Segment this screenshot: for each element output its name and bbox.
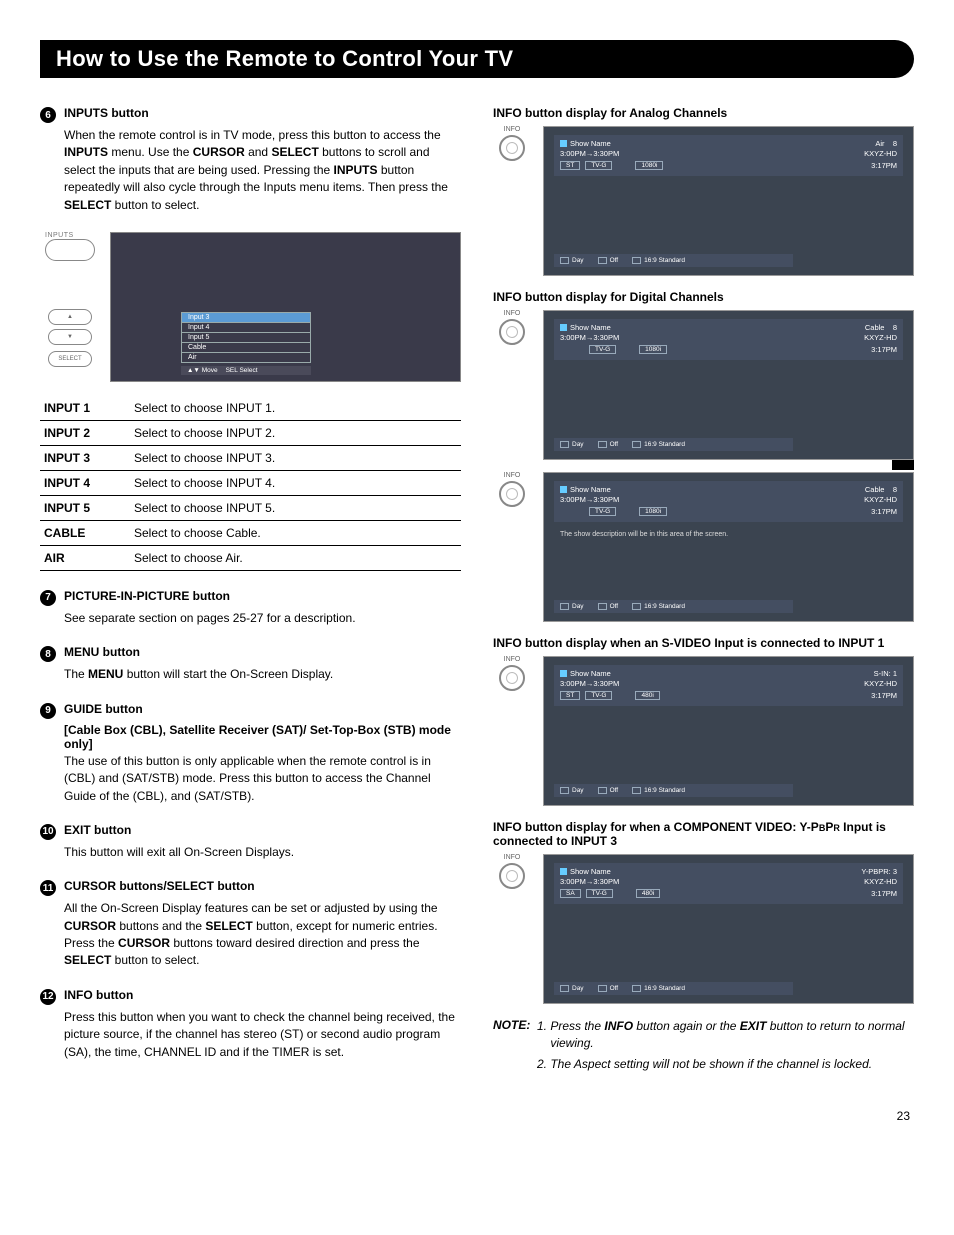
info-display-component: INFO Show NameY-PBPR: 3 3:00PM→3:30PMKXY… — [493, 854, 914, 1004]
table-row: CABLESelect to choose Cable. — [40, 520, 461, 545]
item-inputs: 6 INPUTS button When the remote control … — [40, 106, 461, 214]
inputs-btn-label: INPUTS — [45, 232, 95, 239]
info-display-digital-1: INFO Show NameCable 8 3:00PM→3:30PMKXYZ-… — [493, 310, 914, 460]
inputs-osd-figure: INPUTS ▲ ▼ SELECT Input 3 Input 4 Input … — [40, 232, 461, 382]
note-1: Press the INFO button again or the EXIT … — [550, 1018, 914, 1052]
square-icon — [560, 486, 567, 493]
item-6-title: INPUTS button — [64, 106, 149, 120]
table-row: INPUT 5Select to choose INPUT 5. — [40, 495, 461, 520]
item-info: 12INFO button Press this button when you… — [40, 988, 461, 1061]
left-column: 6 INPUTS button When the remote control … — [40, 106, 461, 1079]
up-arrow-icon: ▲ — [48, 309, 92, 325]
inputs-pill-icon — [45, 239, 95, 261]
info-button-icon — [499, 135, 525, 161]
info-button-icon — [499, 863, 525, 889]
info-display-svideo: INFO Show NameS-IN: 1 3:00PM→3:30PMKXYZ-… — [493, 656, 914, 806]
badge-12: 12 — [40, 989, 56, 1005]
down-arrow-icon: ▼ — [48, 329, 92, 345]
table-row: AIRSelect to choose Air. — [40, 545, 461, 570]
item-pip: 7PICTURE-IN-PICTURE button See separate … — [40, 589, 461, 627]
heading-svideo: INFO button display when an S-VIDEO Inpu… — [493, 636, 914, 650]
inputs-osd-screen: Input 3 Input 4 Input 5 Cable Air ▲▼ Mov… — [110, 232, 461, 382]
info-display-analog: INFO Show NameAir 8 3:00PM→3:30PMKXYZ-HD… — [493, 126, 914, 276]
table-row: INPUT 2Select to choose INPUT 2. — [40, 420, 461, 445]
note-block: NOTE: Press the INFO button again or the… — [493, 1018, 914, 1076]
item-guide: 9GUIDE button [Cable Box (CBL), Satellit… — [40, 702, 461, 805]
heading-component: INFO button display for when a COMPONENT… — [493, 820, 914, 848]
square-icon — [560, 670, 567, 677]
item-cursor: 11CURSOR buttons/SELECT button All the O… — [40, 879, 461, 970]
heading-digital: INFO button display for Digital Channels — [493, 290, 914, 304]
page-title-bar: How to Use the Remote to Control Your TV — [40, 40, 914, 78]
osd-analog: Show NameAir 8 3:00PM→3:30PMKXYZ-HD STTV… — [543, 126, 914, 276]
page-number: 23 — [40, 1109, 914, 1123]
right-column: INFO button display for Analog Channels … — [493, 106, 914, 1079]
inputs-table: INPUT 1Select to choose INPUT 1.INPUT 2S… — [40, 396, 461, 571]
item-exit: 10EXIT button This button will exit all … — [40, 823, 461, 861]
badge-9: 9 — [40, 703, 56, 719]
badge-7: 7 — [40, 590, 56, 606]
note-2: The Aspect setting will not be shown if … — [550, 1056, 914, 1073]
select-pill-icon: SELECT — [48, 351, 92, 367]
table-row: INPUT 1Select to choose INPUT 1. — [40, 396, 461, 421]
remote-button-stack: INPUTS ▲ ▼ SELECT — [40, 232, 100, 382]
heading-analog: INFO button display for Analog Channels — [493, 106, 914, 120]
osd-row: Air — [181, 352, 311, 363]
badge-6: 6 — [40, 107, 56, 123]
table-row: INPUT 4Select to choose INPUT 4. — [40, 470, 461, 495]
item-menu: 8MENU button The MENU button will start … — [40, 645, 461, 683]
info-display-digital-2: INFO Show NameCable 8 3:00PM→3:30PMKXYZ-… — [493, 472, 914, 622]
info-button-icon — [499, 481, 525, 507]
sun-icon — [560, 257, 569, 264]
note-label: NOTE: — [493, 1018, 530, 1076]
show-description: The show description will be in this are… — [560, 531, 897, 538]
square-icon — [560, 140, 567, 147]
item-6-body: When the remote control is in TV mode, p… — [64, 127, 461, 214]
table-row: INPUT 3Select to choose INPUT 3. — [40, 445, 461, 470]
info-button-icon — [499, 665, 525, 691]
osd-footer: ▲▼ Move SEL Select — [181, 366, 311, 375]
badge-10: 10 — [40, 824, 56, 840]
info-button-icon — [499, 319, 525, 345]
square-icon — [560, 324, 567, 331]
badge-8: 8 — [40, 646, 56, 662]
square-icon — [560, 868, 567, 875]
badge-11: 11 — [40, 880, 56, 896]
page-title: How to Use the Remote to Control Your TV — [56, 46, 894, 72]
clock-icon — [598, 257, 607, 264]
aspect-icon — [632, 257, 641, 264]
